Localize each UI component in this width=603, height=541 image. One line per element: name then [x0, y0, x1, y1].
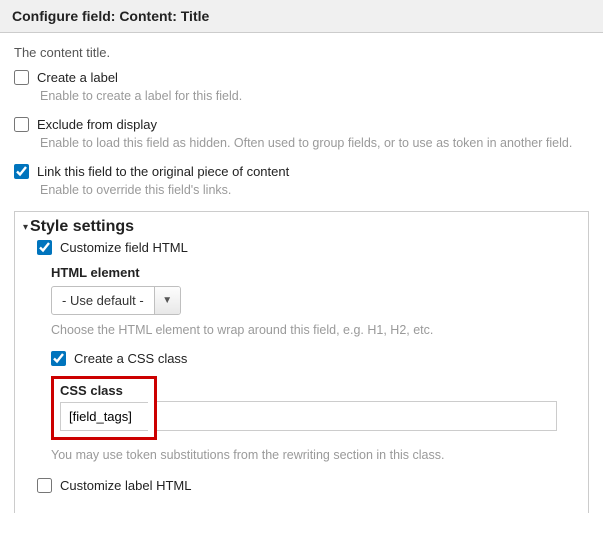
create-label-option: Create a label	[14, 70, 589, 85]
css-class-input-extension[interactable]	[157, 401, 557, 431]
css-class-block: CSS class You may use token substitution…	[51, 376, 580, 462]
link-original-label[interactable]: Link this field to the original piece of…	[14, 164, 589, 179]
create-label-text: Create a label	[37, 70, 118, 85]
html-element-label: HTML element	[51, 265, 580, 280]
create-css-class-checkbox[interactable]	[51, 351, 66, 366]
style-settings-toggle[interactable]: ▾ Style settings	[23, 218, 580, 236]
customize-field-html-checkbox[interactable]	[37, 240, 52, 255]
link-original-text: Link this field to the original piece of…	[37, 164, 289, 179]
customize-label-html-text: Customize label HTML	[60, 478, 192, 493]
create-css-class-option: Create a CSS class	[51, 351, 580, 366]
customize-label-html-option: Customize label HTML	[37, 478, 580, 493]
create-label-help: Enable to create a label for this field.	[40, 89, 589, 103]
html-element-selected: - Use default -	[52, 287, 154, 314]
style-settings-title: Style settings	[30, 218, 134, 236]
dialog-body: The content title. Create a label Enable…	[0, 33, 603, 513]
exclude-help: Enable to load this field as hidden. Oft…	[40, 136, 589, 150]
intro-text: The content title.	[14, 45, 589, 60]
css-class-help: You may use token substitutions from the…	[51, 448, 580, 462]
customize-field-html-label[interactable]: Customize field HTML	[37, 240, 580, 255]
exclude-option: Exclude from display	[14, 117, 589, 132]
dialog-title: Configure field: Content: Title	[0, 0, 603, 33]
exclude-text: Exclude from display	[37, 117, 157, 132]
dropdown-arrow-icon[interactable]: ▼	[154, 287, 180, 314]
create-css-class-text: Create a CSS class	[74, 351, 187, 366]
customize-field-html-text: Customize field HTML	[60, 240, 188, 255]
link-original-checkbox[interactable]	[14, 164, 29, 179]
exclude-checkbox[interactable]	[14, 117, 29, 132]
exclude-label[interactable]: Exclude from display	[14, 117, 589, 132]
css-class-label: CSS class	[60, 383, 148, 398]
css-class-highlight: CSS class	[51, 376, 157, 440]
html-element-help: Choose the HTML element to wrap around t…	[51, 323, 580, 337]
create-label-checkbox[interactable]	[14, 70, 29, 85]
style-settings-section: ▾ Style settings Customize field HTML HT…	[14, 211, 589, 513]
customize-label-html-checkbox[interactable]	[37, 478, 52, 493]
caret-down-icon: ▾	[23, 222, 28, 233]
customize-label-html-label[interactable]: Customize label HTML	[37, 478, 580, 493]
create-css-class-label[interactable]: Create a CSS class	[51, 351, 580, 366]
html-element-select[interactable]: - Use default - ▼	[51, 286, 181, 315]
link-original-option: Link this field to the original piece of…	[14, 164, 589, 179]
customize-field-html-option: Customize field HTML	[37, 240, 580, 255]
link-original-help: Enable to override this field's links.	[40, 183, 589, 197]
create-label-label[interactable]: Create a label	[14, 70, 589, 85]
css-class-input[interactable]	[60, 402, 148, 431]
